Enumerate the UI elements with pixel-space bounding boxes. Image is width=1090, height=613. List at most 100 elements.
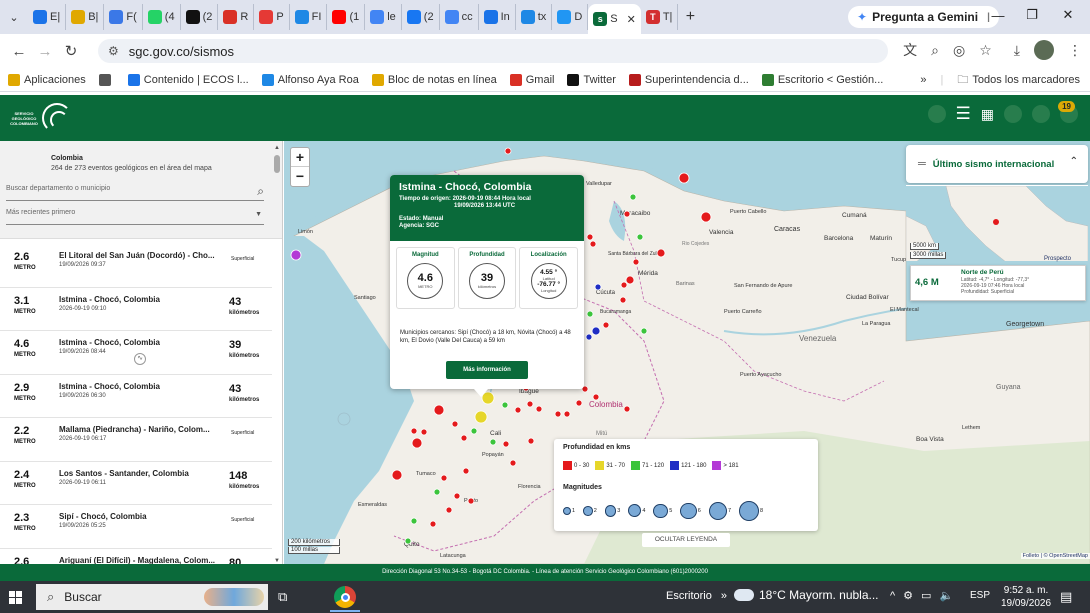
earthquake-marker[interactable]	[433, 404, 445, 416]
earthquake-marker[interactable]	[411, 437, 423, 449]
url-field[interactable]: ⚙ sgc.gov.co/sismos	[98, 39, 888, 63]
language-indicator[interactable]: ESP	[970, 590, 990, 601]
earthquake-marker[interactable]	[656, 248, 666, 258]
tab-close-icon[interactable]: ✕	[627, 13, 636, 26]
bookmark-item[interactable]: Superintendencia d...	[628, 73, 749, 86]
earthquake-marker[interactable]	[632, 258, 640, 266]
earthquake-marker[interactable]	[620, 281, 628, 289]
tab-10[interactable]: (2	[402, 4, 440, 30]
earthquake-marker[interactable]	[678, 172, 690, 184]
earthquake-marker[interactable]	[489, 438, 497, 446]
search-icon[interactable]: ⌕	[257, 184, 264, 199]
more-info-button[interactable]: Más información	[446, 361, 528, 379]
tab-11[interactable]: cc	[440, 4, 479, 30]
tray-app-icon[interactable]: ⚙	[903, 589, 913, 602]
tab-12[interactable]: In	[479, 4, 516, 30]
chevron-up-icon[interactable]: ⌃	[1070, 156, 1078, 167]
earthquake-marker[interactable]	[563, 410, 571, 418]
earthquake-marker[interactable]	[619, 296, 627, 304]
earthquake-marker[interactable]	[440, 474, 448, 482]
taskbar-search[interactable]: ⌕ Buscar	[36, 584, 268, 610]
earthquake-marker[interactable]	[462, 467, 470, 475]
zoom-out-button[interactable]: −	[291, 167, 309, 186]
zoom-icon[interactable]: ⌕	[931, 42, 939, 59]
event-row[interactable]: 2.2 METRO Mallama (Piedrancha) - Nariño, C…	[0, 418, 272, 462]
bookmark-item[interactable]: Bloc de notas en línea	[371, 73, 497, 86]
all-bookmarks-button[interactable]: 🗀 Todos los marcadores	[957, 71, 1080, 90]
earthquake-marker[interactable]	[586, 233, 594, 241]
earthquake-marker[interactable]	[592, 393, 600, 401]
bookmark-item[interactable]: Alfonso Aya Roa	[261, 73, 359, 86]
bookmark-star-icon[interactable]: ☆	[979, 42, 992, 59]
earthquake-marker[interactable]	[504, 147, 512, 155]
earthquake-marker[interactable]	[623, 405, 631, 413]
earthquake-marker[interactable]	[589, 240, 597, 248]
earthquake-marker[interactable]	[602, 321, 610, 329]
earthquake-marker[interactable]	[527, 437, 535, 445]
earthquake-marker[interactable]	[623, 210, 631, 218]
event-row[interactable]: 2.4 METRO Los Santos - Santander, Colombia…	[0, 462, 272, 505]
earthquake-marker[interactable]	[594, 283, 602, 291]
earthquake-marker[interactable]	[700, 211, 712, 223]
bookmark-item[interactable]: Twitter	[567, 73, 616, 86]
sort-select[interactable]: Más recientes primero ▼	[6, 209, 264, 225]
tab-8[interactable]: (1	[327, 4, 366, 30]
earthquake-marker[interactable]	[586, 310, 594, 318]
menu-kebab-icon[interactable]: ⋮	[1068, 42, 1082, 59]
event-row[interactable]: 2.6METROAriguaní (El Difícil) - Magdalen…	[0, 549, 272, 565]
tab-14[interactable]: D	[552, 4, 589, 30]
reload-button[interactable]: ↻	[58, 42, 84, 60]
chrome-taskbar-icon[interactable]	[334, 586, 356, 608]
battery-icon[interactable]: ▭	[921, 589, 931, 602]
earthquake-marker[interactable]	[575, 399, 583, 407]
tray-expand-icon[interactable]: ^	[890, 590, 895, 602]
earthquake-marker[interactable]	[453, 492, 461, 500]
tab-search-icon[interactable]: ⌄	[0, 4, 28, 30]
bookmark-item[interactable]: Gmail	[509, 73, 554, 86]
tab-3[interactable]: (4	[143, 4, 181, 30]
earthquake-marker[interactable]	[585, 333, 593, 341]
profile-avatar[interactable]	[1034, 40, 1054, 60]
tab-0[interactable]: E|	[28, 4, 67, 30]
earthquake-marker[interactable]	[433, 488, 441, 496]
panel-scrollbar[interactable]: ▲ ▼	[273, 145, 281, 564]
earthquake-marker[interactable]	[554, 410, 562, 418]
earthquake-marker[interactable]	[526, 400, 534, 408]
earthquake-marker[interactable]	[410, 517, 418, 525]
scroll-thumb[interactable]	[274, 155, 280, 173]
earthquake-marker[interactable]	[391, 469, 403, 481]
map-attribution[interactable]: Folleto | © OpenStreetMap	[1020, 553, 1090, 559]
tab-active[interactable]: s S ✕	[588, 4, 641, 34]
map-view-icon[interactable]: ▦	[981, 105, 994, 123]
eye-off-icon[interactable]: ◎	[953, 42, 965, 59]
earthquake-marker[interactable]	[410, 427, 418, 435]
earthquake-marker[interactable]	[460, 434, 468, 442]
earthquake-marker[interactable]	[470, 427, 478, 435]
earthquake-marker[interactable]	[404, 537, 412, 545]
event-row[interactable]: 2.6 METRO El Litoral del San Juán (Docordó…	[0, 244, 272, 288]
earthquake-marker[interactable]	[629, 193, 637, 201]
volume-icon[interactable]: 🔈	[939, 589, 953, 602]
bookmark-item[interactable]: Aplicaciones	[8, 73, 86, 86]
earthquake-marker[interactable]	[429, 520, 437, 528]
earthquake-marker[interactable]	[501, 401, 509, 409]
earthquake-marker[interactable]	[509, 459, 517, 467]
event-row[interactable]: 4.6 METRO Istmina - Chocó, Colombia 19/09/2…	[0, 331, 272, 375]
earthquake-marker[interactable]	[474, 410, 488, 424]
weather-widget[interactable]: 18°C Mayorm. nubla...	[732, 583, 879, 602]
forward-button[interactable]: →	[32, 43, 58, 60]
tab-13[interactable]: tx	[516, 4, 553, 30]
settings-icon[interactable]	[1004, 105, 1022, 123]
site-info-icon[interactable]: ⚙	[108, 44, 119, 58]
scroll-up-icon[interactable]: ▲	[274, 145, 280, 151]
earthquake-marker[interactable]	[502, 440, 510, 448]
earthquake-marker[interactable]	[625, 275, 635, 285]
bookmarks-more-button[interactable]: »	[920, 74, 926, 86]
earthquake-marker[interactable]	[514, 406, 522, 414]
tab-7[interactable]: FI	[290, 4, 328, 30]
sgc-logo[interactable]: SERVICIO GEOLÓGICO COLOMBIANO	[10, 103, 72, 133]
earthquake-marker[interactable]	[445, 506, 453, 514]
tab-1[interactable]: B|	[66, 4, 105, 30]
event-row[interactable]: 2.9 METRO Istmina - Chocó, Colombia 19/09/2…	[0, 375, 272, 418]
international-quake-header[interactable]: ═ Último sismo internacional ⌃	[906, 145, 1088, 183]
